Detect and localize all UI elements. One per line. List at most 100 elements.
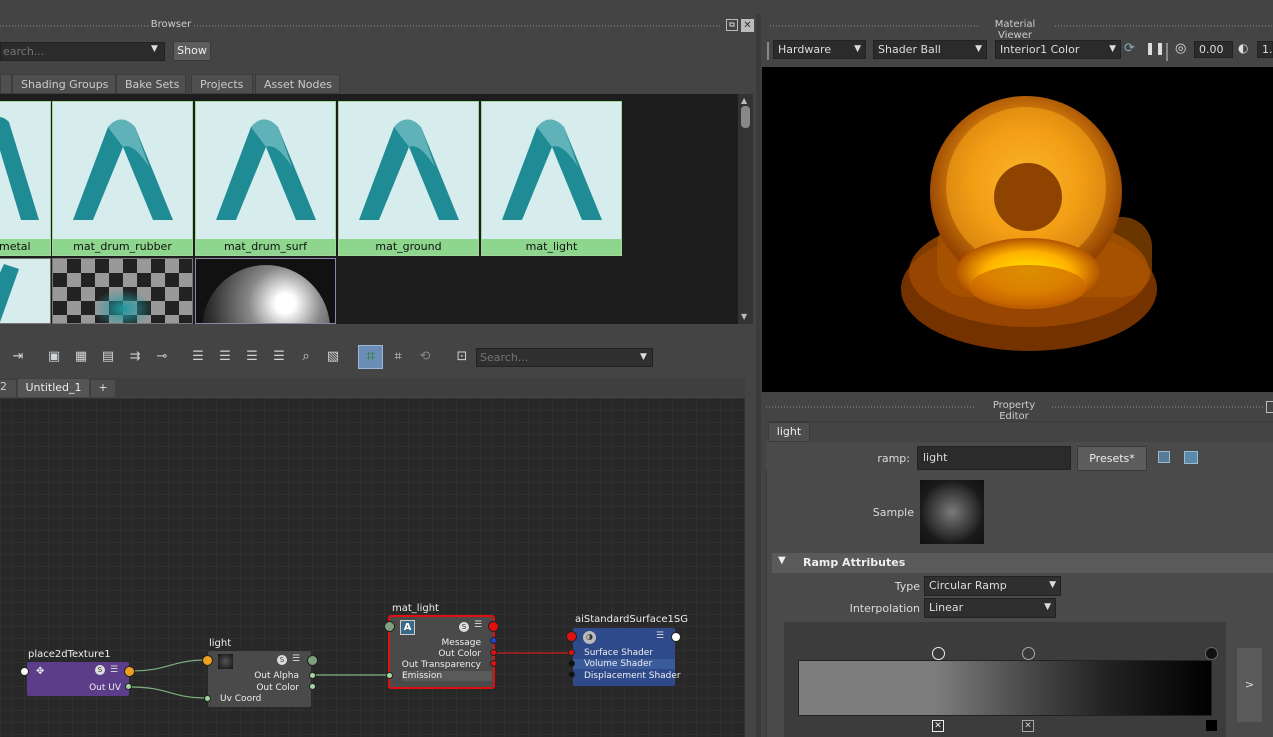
expand-ramp-button[interactable]: > (1237, 648, 1262, 722)
thumb-metal[interactable]: metal (0, 101, 51, 256)
tab-bake-sets[interactable]: Bake Sets (116, 74, 186, 94)
frame-selected-icon[interactable]: ▦ (71, 347, 91, 367)
full-mode-icon[interactable]: ☰ (242, 347, 262, 367)
environment-dropdown[interactable]: Interior1 Color ▼ (995, 40, 1121, 59)
light-uvcoord-port[interactable] (204, 695, 211, 702)
place2d-input-port[interactable] (20, 667, 29, 676)
node-menu-icon[interactable]: ☰ (292, 654, 300, 664)
search-dropdown-icon[interactable]: ▼ (151, 44, 158, 54)
sg-output-port[interactable] (671, 632, 681, 642)
light-output-port[interactable] (307, 655, 318, 666)
scroll-up-icon[interactable]: ▲ (741, 96, 747, 105)
sg-volume-port[interactable] (568, 660, 575, 667)
renderer-dropdown[interactable]: Hardware ▼ (773, 40, 866, 59)
browser-scrollbar[interactable]: ▲ ▼ (738, 94, 753, 324)
place2d-output-port[interactable] (124, 666, 135, 677)
search-dropdown-icon[interactable]: ▼ (640, 352, 647, 362)
thumb-ramp-texture[interactable] (195, 258, 336, 324)
mat-light-emission-port[interactable] (386, 672, 393, 679)
ramp-color-handle[interactable] (1022, 647, 1035, 660)
graph-input-icon[interactable]: ⇥ (8, 347, 28, 367)
tab-light[interactable]: light (768, 422, 810, 442)
remove-selected-icon[interactable]: ⊸ (152, 347, 172, 367)
thumb-mat-ground[interactable]: mat_ground (338, 101, 479, 256)
float-panel-icon[interactable] (1266, 401, 1273, 413)
swatch-toggle-icon[interactable]: S (459, 622, 469, 632)
tab-projects[interactable]: Projects (191, 74, 253, 94)
tab-previous-graph[interactable]: 2 (0, 380, 16, 397)
simple-mode-icon[interactable]: ☰ (188, 347, 208, 367)
thumb-mat-drum-rubber[interactable]: mat_drum_rubber (52, 101, 193, 256)
grid-lock-icon[interactable]: ⌗ (388, 347, 408, 367)
tab-untitled-1[interactable]: Untitled_1 (18, 379, 89, 397)
search-icon[interactable]: ⌕ (296, 347, 316, 367)
browser-search-input[interactable] (0, 42, 165, 61)
show-output-node-icon[interactable] (1184, 451, 1198, 464)
pause-icon[interactable]: ❚❚ (1145, 41, 1165, 55)
light-node[interactable]: S ☰ Out Alpha Out Color Uv Coord (207, 650, 312, 708)
node-menu-icon[interactable]: ☰ (656, 631, 664, 641)
thumb-mat-drum-surf[interactable]: mat_drum_surf (195, 101, 336, 256)
float-panel-icon[interactable]: ⧉ (726, 19, 738, 31)
mat-light-node[interactable]: A S ☰ Message Out Color Out Transparency… (388, 615, 495, 689)
sg-surface-port[interactable] (568, 649, 575, 656)
exposure-icon[interactable]: ◎ (1175, 41, 1186, 56)
light-input-port[interactable] (202, 655, 213, 666)
swatch-toggle-icon[interactable]: S (277, 655, 287, 665)
gamma-field[interactable]: 1.0 (1257, 41, 1273, 58)
ramp-delete-handle-icon[interactable]: ✕ (932, 720, 944, 732)
frame-all-icon[interactable]: ▣ (44, 347, 64, 367)
refresh-icon[interactable]: ⟳ (1124, 41, 1135, 56)
node-menu-icon[interactable]: ☰ (474, 620, 482, 630)
mat-light-output-port[interactable] (488, 621, 499, 632)
mat-light-outtransparency-port[interactable] (490, 660, 497, 667)
ramp-name-field[interactable]: light (917, 446, 1071, 470)
thumb-checker-texture[interactable] (52, 258, 193, 324)
thumb-partial-texture[interactable] (0, 258, 51, 324)
browser-grip-right[interactable] (194, 19, 722, 33)
sg-node[interactable]: ◑ ☰ Surface Shader Volume Shader Displac… (572, 627, 681, 687)
graph-output-icon[interactable]: ⇉ (125, 347, 145, 367)
close-panel-icon[interactable]: ✕ (741, 19, 754, 32)
prop-grip-left[interactable] (766, 400, 976, 414)
tab-shading-groups[interactable]: Shading Groups (12, 74, 116, 94)
swatch-icon[interactable]: ▧ (323, 347, 343, 367)
viewer-grip-right[interactable] (1055, 19, 1273, 33)
add-tab-button[interactable]: + (91, 380, 115, 397)
type-dropdown[interactable]: Circular Ramp ▼ (924, 576, 1061, 596)
mat-light-message-port[interactable] (490, 637, 497, 644)
sync-icon[interactable]: ⟲ (415, 347, 435, 367)
snap-to-grid-icon[interactable]: ⌗ (358, 345, 383, 369)
viewer-grip-left[interactable] (770, 19, 978, 33)
node-search-input[interactable] (476, 348, 653, 367)
mat-light-input-port[interactable] (384, 621, 395, 632)
connected-mode-icon[interactable]: ☰ (215, 347, 235, 367)
exposure-field[interactable]: 0.00 (1194, 41, 1233, 58)
ramp-delete-handle-icon[interactable]: ✕ (1022, 720, 1034, 732)
ramp-color-handle[interactable] (932, 647, 945, 660)
tab-previous[interactable] (0, 74, 12, 94)
ramp-attributes-header[interactable]: ▼ Ramp Attributes (772, 553, 1273, 573)
panel-splitter[interactable] (756, 14, 761, 737)
sg-input-port[interactable] (566, 631, 577, 642)
scroll-down-icon[interactable]: ▼ (741, 312, 747, 321)
add-selected-icon[interactable]: ▤ (98, 347, 118, 367)
place2d-node[interactable]: ✥ S ☰ Out UV (26, 661, 130, 697)
node-menu-icon[interactable]: ☰ (110, 665, 118, 675)
ramp-delete-handle-icon[interactable] (1206, 720, 1217, 731)
sg-displacement-port[interactable] (568, 671, 575, 678)
ramp-gradient[interactable] (798, 660, 1212, 716)
material-preview-viewport[interactable] (762, 67, 1273, 392)
tab-asset-nodes[interactable]: Asset Nodes (255, 74, 340, 94)
presets-button[interactable]: Presets* (1077, 446, 1147, 471)
light-outalpha-port[interactable] (309, 672, 316, 679)
show-button[interactable]: Show (173, 41, 211, 61)
pin-icon[interactable]: ⊡ (452, 347, 472, 367)
prop-grip-right[interactable] (1052, 400, 1264, 414)
ramp-color-handle[interactable] (1205, 647, 1218, 660)
place2d-outuv-port[interactable] (125, 683, 132, 690)
light-outcolor-port[interactable] (309, 683, 316, 690)
swatch-toggle-icon[interactable]: S (95, 665, 105, 675)
browser-grip-left[interactable] (0, 19, 150, 33)
mat-light-outcolor-port[interactable] (490, 649, 497, 656)
